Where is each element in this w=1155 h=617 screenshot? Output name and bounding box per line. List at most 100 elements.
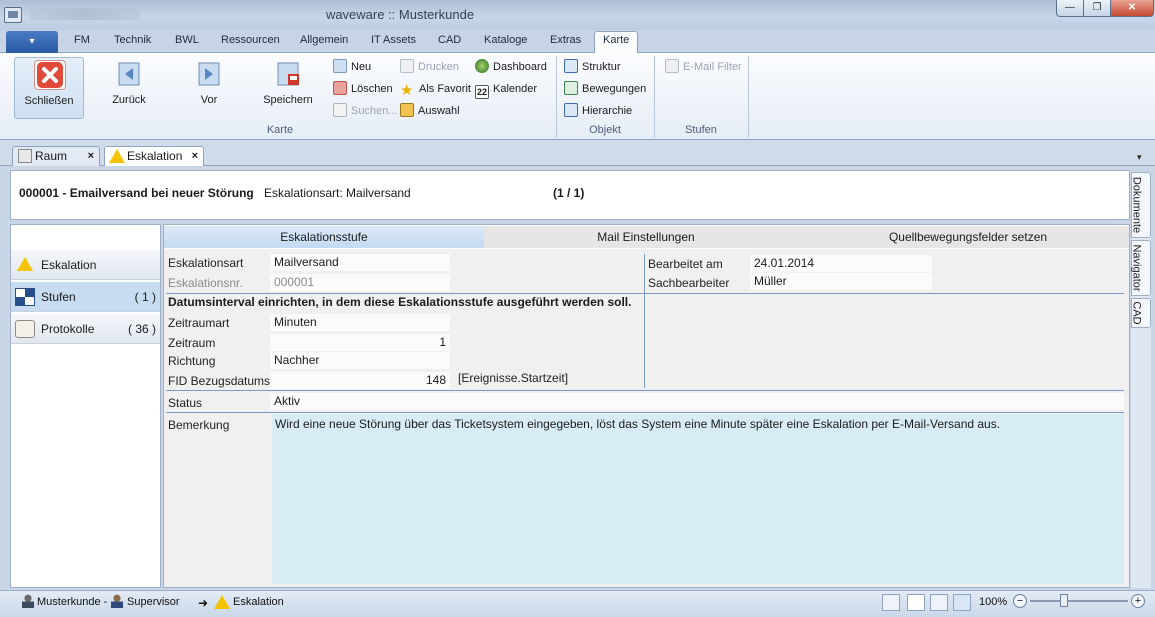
star-icon: ★ [400,82,414,99]
bemerkung-text: Wird eine neue Störung über das Ticketsy… [275,417,1001,431]
maximize-button[interactable]: ❐ [1083,0,1111,17]
eskalationsart-field[interactable]: Mailversand [270,254,450,271]
tab-karte[interactable]: Karte [603,34,629,46]
close-icon [34,60,66,90]
zeitraum-field[interactable]: 1 [270,334,450,351]
printer-icon [400,59,414,73]
delete-button[interactable]: Löschen [333,80,393,98]
stages-icon [15,288,35,306]
section-divider [166,293,1124,294]
eskalationsnr-label: Eskalationsnr. [168,276,243,290]
movements-button[interactable]: Bewegungen [564,80,646,98]
group-label-stufen: Stufen [685,124,717,136]
print-button[interactable]: Drucken [400,58,459,76]
tab-fm[interactable]: FM [74,34,90,46]
new-button[interactable]: Neu [333,58,371,76]
doc-tab-eskalation[interactable]: Eskalation × [104,146,204,166]
favorite-button[interactable]: ★ Als Favorit [400,80,471,98]
record-title: 000001 - Emailversand bei neuer Störung [19,186,254,200]
zoom-slider-thumb[interactable] [1060,594,1068,607]
tab-eskalationsstufe[interactable]: Eskalationsstufe [164,226,484,248]
tab-allgemein[interactable]: Allgemein [300,34,348,46]
dashboard-button[interactable]: Dashboard [475,58,547,76]
edit-mode-icon[interactable] [953,594,971,611]
hierarchy-button[interactable]: Hierarchie [564,102,632,120]
group-separator [556,56,557,138]
status-label: Status [168,396,203,410]
hierarchy-icon [564,103,578,117]
tab-extras[interactable]: Extras [550,34,581,46]
table-view-icon[interactable] [882,594,900,611]
eskalationsart-label: Eskalationsart [168,256,244,270]
zoom-slider-track[interactable] [1030,600,1128,602]
search-button[interactable]: Suchen... [333,102,397,120]
record-type: Eskalationsart: Mailversand [264,186,411,200]
email-filter-button[interactable]: E-Mail Filter [665,58,742,76]
sachbearbeiter-field[interactable]: Müller [750,273,932,290]
tab-bwl[interactable]: BWL [175,34,199,46]
nav-count: ( 36 ) [127,322,156,336]
back-button[interactable]: Zurück [94,57,164,119]
search-icon [333,103,347,117]
side-tab-cad[interactable]: CAD [1131,298,1151,328]
side-tab-dokumente[interactable]: Dokumente [1131,172,1151,238]
richtung-label: Richtung [168,354,216,368]
warning-icon [109,149,125,163]
save-button[interactable]: Speichern [253,57,323,119]
tab-quellbewegungsfelder[interactable]: Quellbewegungsfelder setzen [807,226,1129,248]
interval-heading: Datumsinterval einrichten, in dem diese … [168,295,632,309]
tree-view-icon[interactable] [930,594,948,611]
calendar-button[interactable]: 22 Kalender [475,80,537,99]
selection-button[interactable]: Auswahl [400,102,460,120]
tab-mail-einstellungen[interactable]: Mail Einstellungen [486,226,806,248]
status-context: Eskalation [233,596,284,608]
fid-field[interactable]: 148 [270,372,450,389]
zeitraumart-label: Zeitraumart [168,316,230,330]
doc-tab-raum[interactable]: Raum × [12,146,100,166]
tab-technik[interactable]: Technik [114,34,151,46]
sachbearbeiter-label: Sachbearbeiter [648,276,730,290]
nav-item-eskalation[interactable]: Eskalation [11,250,160,280]
calendar-icon: 22 [475,85,489,99]
tab-it-assets[interactable]: IT Assets [371,34,416,46]
close-tab-icon[interactable]: × [192,147,198,165]
zeitraumart-field[interactable]: Minuten [270,314,450,331]
save-icon [272,59,304,89]
richtung-field[interactable]: Nachher [270,352,450,369]
dashboard-icon [475,59,489,73]
group-separator [654,56,655,138]
bearbeitet-label: Bearbeitet am [648,257,723,271]
tab-list-dropdown-icon[interactable]: ▾ [1137,152,1142,163]
column-divider [644,254,645,388]
nav-item-stufen[interactable]: Stufen ( 1 ) [11,282,160,312]
minimize-button[interactable]: — [1056,0,1084,17]
structure-button[interactable]: Struktur [564,58,621,76]
zoom-in-button[interactable]: + [1131,594,1145,608]
close-window-button[interactable]: ✕ [1110,0,1154,17]
page-view-icon[interactable] [907,594,925,611]
fid-reference: [Ereignisse.Startzeit] [458,371,569,385]
status-user: Supervisor [127,596,180,608]
group-label-karte: Karte [266,124,294,136]
scroll-icon [15,320,35,338]
new-icon [333,59,347,73]
chevron-down-icon: ▾ [29,36,35,47]
group-separator [748,56,749,138]
bemerkung-textarea[interactable]: Wird eine neue Störung über das Ticketsy… [272,414,1124,584]
zoom-level: 100% [979,596,1008,608]
nav-item-protokolle[interactable]: Protokolle ( 36 ) [11,314,160,344]
side-tab-navigator[interactable]: Navigator [1131,240,1151,296]
tab-kataloge[interactable]: Kataloge [484,34,527,46]
supervisor-icon [111,594,123,608]
zoom-out-button[interactable]: − [1013,594,1027,608]
status-field[interactable]: Aktiv [270,393,1124,410]
close-record-button[interactable]: Schließen [14,57,84,119]
back-icon [113,59,145,89]
bearbeitet-field: 24.01.2014 [750,255,932,272]
app-menu-button[interactable]: ▾ [6,31,58,53]
tab-cad[interactable]: CAD [438,34,461,46]
forward-button[interactable]: Vor [174,57,244,119]
tab-ressourcen[interactable]: Ressourcen [221,34,280,46]
structure-icon [564,59,578,73]
close-tab-icon[interactable]: × [88,147,94,165]
